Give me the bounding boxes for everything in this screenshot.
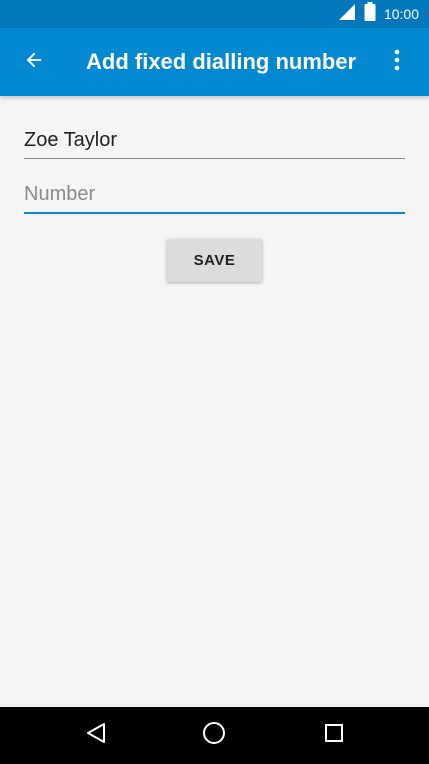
home-circle-icon xyxy=(202,721,226,750)
navigation-bar xyxy=(0,707,429,764)
nav-home-button[interactable] xyxy=(184,707,244,764)
number-input[interactable] xyxy=(24,182,405,214)
status-bar: 10:00 xyxy=(0,0,429,28)
signal-icon xyxy=(338,3,356,26)
page-title: Add fixed dialling number xyxy=(86,49,357,74)
back-triangle-icon xyxy=(86,722,106,749)
overflow-menu-button[interactable] xyxy=(379,44,415,80)
battery-icon xyxy=(364,2,376,26)
app-bar: Add fixed dialling number xyxy=(0,28,429,96)
recents-square-icon xyxy=(324,723,344,748)
nav-recents-button[interactable] xyxy=(304,707,364,764)
nav-back-button[interactable] xyxy=(66,707,126,764)
more-vert-icon xyxy=(394,49,400,76)
back-button[interactable] xyxy=(14,44,54,80)
name-input[interactable] xyxy=(24,128,405,159)
status-time: 10:00 xyxy=(383,6,419,22)
save-button[interactable]: SAVE xyxy=(167,239,262,282)
arrow-left-icon xyxy=(23,49,45,76)
status-icons: 10:00 xyxy=(338,0,419,28)
